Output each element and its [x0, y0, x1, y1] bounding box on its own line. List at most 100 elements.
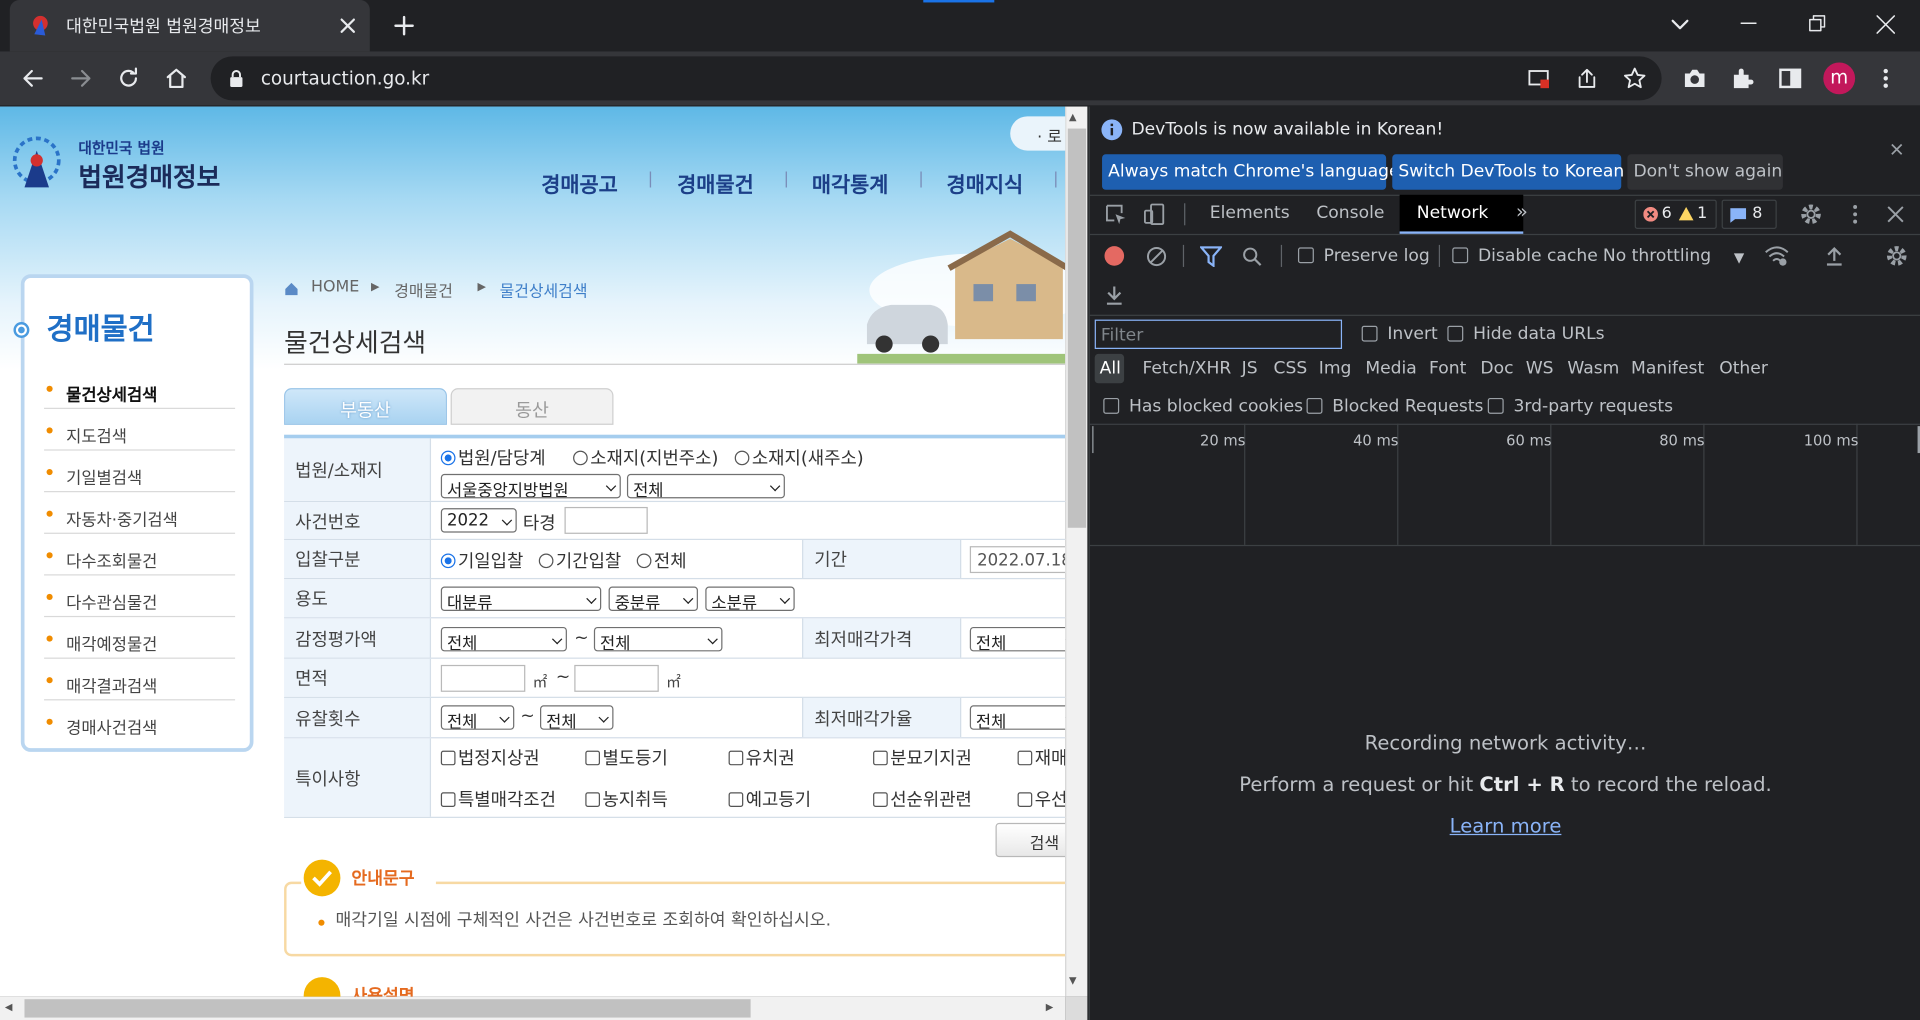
- minimize-icon[interactable]: [1736, 12, 1760, 36]
- scroll-up-icon[interactable]: ▲: [1069, 111, 1077, 122]
- switch-to-korean-button[interactable]: Switch DevTools to Korean: [1392, 154, 1624, 190]
- checkbox-preliminary-registration[interactable]: 예고등기: [728, 786, 811, 812]
- disable-cache-checkbox[interactable]: Disable cache: [1452, 246, 1598, 266]
- extensions-icon[interactable]: [1730, 66, 1754, 90]
- checkbox-special-conditions[interactable]: 특별매각조건: [440, 786, 556, 812]
- vertical-scroll-thumb[interactable]: [1067, 128, 1087, 528]
- overview-handle[interactable]: [1092, 426, 1094, 454]
- area-to-input[interactable]: [574, 664, 659, 692]
- scroll-left-icon[interactable]: ◀: [5, 1002, 13, 1013]
- learn-more-link[interactable]: Learn more: [1450, 814, 1562, 837]
- sidebar-item-date-search[interactable]: 기일별검색: [44, 451, 236, 493]
- has-blocked-cookies-checkbox[interactable]: Has blocked cookies: [1103, 397, 1303, 416]
- breadcrumb-level1[interactable]: 경매물건: [394, 278, 453, 301]
- filter-funnel-icon[interactable]: [1200, 246, 1223, 267]
- min-rate-select[interactable]: 전체: [969, 705, 1066, 730]
- forward-icon[interactable]: [67, 65, 94, 92]
- vertical-scrollbar[interactable]: ▲ ▼: [1065, 106, 1088, 997]
- nav-auction-notice[interactable]: 경매공고: [541, 168, 618, 198]
- filter-type-fetch-xhr[interactable]: Fetch/XHR: [1142, 359, 1231, 379]
- appraisal-to-select[interactable]: 전체: [593, 626, 723, 652]
- tab-network[interactable]: Network: [1417, 203, 1489, 223]
- network-conditions-icon[interactable]: [1765, 245, 1789, 267]
- hide-data-urls-checkbox[interactable]: Hide data URLs: [1447, 324, 1605, 344]
- radio-lot-address[interactable]: 소재지(지번주소): [573, 444, 718, 470]
- cast-icon[interactable]: [1527, 66, 1551, 90]
- preserve-log-checkbox[interactable]: Preserve log: [1297, 246, 1430, 266]
- nav-sale-stats[interactable]: 매각통계: [812, 168, 889, 198]
- more-options-icon[interactable]: [1844, 203, 1866, 225]
- nav-auction-knowledge[interactable]: 경매지식: [947, 168, 1024, 198]
- radio-all-bid[interactable]: 전체: [636, 547, 687, 573]
- tab-search-icon[interactable]: [1668, 12, 1692, 36]
- close-devtools-icon[interactable]: [1886, 204, 1906, 224]
- horizontal-scroll-thumb[interactable]: [24, 999, 751, 1018]
- back-icon[interactable]: [20, 65, 47, 92]
- checkbox-farmland[interactable]: 농지취득: [585, 786, 668, 812]
- import-har-icon[interactable]: [1825, 245, 1845, 267]
- sidebar-item-most-viewed[interactable]: 다수조회물건: [44, 534, 236, 576]
- reload-icon[interactable]: [115, 65, 142, 92]
- filter-type-wasm[interactable]: Wasm: [1567, 359, 1619, 379]
- invert-checkbox[interactable]: Invert: [1361, 324, 1438, 344]
- tab-movable[interactable]: 동산: [450, 388, 614, 425]
- filter-type-all[interactable]: All: [1100, 359, 1121, 379]
- login-link[interactable]: · 로: [1010, 116, 1066, 151]
- home-icon[interactable]: [163, 65, 190, 92]
- sidebar-item-case-search[interactable]: 경매사건검색: [44, 700, 235, 742]
- filter-type-font[interactable]: Font: [1429, 359, 1466, 379]
- filter-type-manifest[interactable]: Manifest: [1631, 359, 1704, 379]
- throttling-select[interactable]: No throttling: [1603, 246, 1711, 266]
- filter-type-media[interactable]: Media: [1365, 359, 1417, 379]
- filter-type-doc[interactable]: Doc: [1480, 359, 1513, 379]
- issues-counter[interactable]: 6 1: [1634, 199, 1717, 229]
- fail-from-select[interactable]: 전체: [440, 705, 515, 730]
- sidebar-item-most-interested[interactable]: 다수관심물건: [44, 576, 236, 618]
- usage-mid-select[interactable]: 중분류: [608, 586, 698, 612]
- case-number-input[interactable]: [564, 506, 648, 534]
- inspect-element-icon[interactable]: [1104, 203, 1126, 225]
- tab-elements[interactable]: Elements: [1210, 203, 1290, 223]
- throttling-dropdown-icon[interactable]: ▼: [1734, 250, 1744, 266]
- filter-type-css[interactable]: CSS: [1273, 359, 1307, 379]
- checkbox-senior-rights[interactable]: 선순위관련: [873, 786, 972, 812]
- restore-icon[interactable]: [1805, 12, 1829, 36]
- side-panel-icon[interactable]: [1778, 66, 1802, 90]
- third-party-requests-checkbox[interactable]: 3rd-party requests: [1487, 397, 1673, 416]
- radio-date-bid[interactable]: 기일입찰: [440, 547, 523, 573]
- profile-avatar[interactable]: m: [1823, 62, 1856, 95]
- court-select[interactable]: 서울중앙지방법원: [440, 473, 621, 499]
- filter-type-img[interactable]: Img: [1319, 359, 1352, 379]
- search-icon[interactable]: [1242, 246, 1263, 267]
- new-tab-icon[interactable]: [392, 13, 416, 37]
- search-button[interactable]: 검색: [995, 822, 1066, 858]
- sidebar-item-map-search[interactable]: 지도검색: [44, 409, 236, 451]
- filter-type-js[interactable]: JS: [1242, 359, 1258, 379]
- browser-tab[interactable]: 대한민국법원 법원경매정보: [9, 0, 370, 52]
- bookmark-star-icon[interactable]: [1622, 66, 1646, 90]
- scroll-right-icon[interactable]: ▶: [1046, 1002, 1054, 1013]
- scroll-down-icon[interactable]: ▼: [1069, 975, 1077, 986]
- address-bar[interactable]: courtauction.go.kr: [210, 56, 1662, 101]
- network-settings-gear-icon[interactable]: [1886, 245, 1908, 267]
- checkbox-priority[interactable]: 우선: [1017, 786, 1065, 812]
- export-har-icon[interactable]: [1104, 284, 1124, 306]
- sidebar-item-detail-search[interactable]: 물건상세검색: [44, 367, 236, 409]
- horizontal-scrollbar[interactable]: ◀ ▶: [0, 996, 1066, 1020]
- checkbox-separate-registration[interactable]: 별도등기: [585, 744, 668, 770]
- radio-court[interactable]: 법원/담당계: [440, 444, 546, 470]
- tab-console[interactable]: Console: [1316, 203, 1384, 223]
- share-icon[interactable]: [1575, 66, 1599, 90]
- checkbox-grave-right[interactable]: 분묘기지권: [873, 744, 972, 770]
- tab-real-estate[interactable]: 부동산: [284, 388, 447, 425]
- filter-input[interactable]: Filter: [1094, 319, 1343, 349]
- lock-icon[interactable]: [228, 70, 245, 87]
- radio-period-bid[interactable]: 기간입찰: [538, 547, 621, 573]
- messages-counter[interactable]: 8: [1721, 199, 1777, 229]
- device-toolbar-icon[interactable]: [1143, 203, 1166, 226]
- close-window-icon[interactable]: [1873, 12, 1897, 36]
- filter-type-ws[interactable]: WS: [1526, 359, 1554, 379]
- radio-road-address[interactable]: 소재지(새주소): [734, 444, 864, 470]
- case-year-select[interactable]: 2022: [440, 508, 517, 533]
- area-from-input[interactable]: [440, 664, 526, 692]
